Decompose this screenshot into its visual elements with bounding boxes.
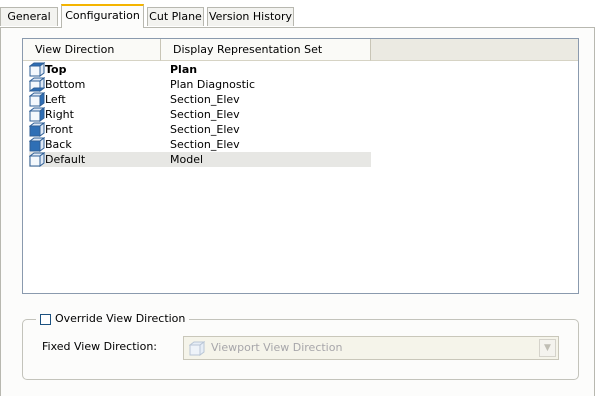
list-header: View Direction Display Representation Se…	[23, 39, 578, 61]
display-representation-set: Section_Elev	[170, 108, 240, 121]
view-direction-name: Left	[45, 93, 66, 106]
tab-general[interactable]: General	[0, 7, 58, 26]
display-representation-set: Section_Elev	[170, 123, 240, 136]
list-item[interactable]: Left Section_Elev	[23, 92, 578, 107]
list-item[interactable]: Back Section_Elev	[23, 137, 578, 152]
override-checkbox[interactable]	[40, 313, 51, 325]
view-direction-name: Top	[45, 63, 67, 76]
tab-cut-plane[interactable]: Cut Plane	[147, 7, 204, 26]
display-representation-set: Section_Elev	[170, 138, 240, 151]
fixed-view-direction-value: Viewport View Direction	[211, 341, 343, 354]
cube-back-icon	[28, 137, 46, 152]
list-item[interactable]: Default Model	[23, 152, 578, 167]
cube-front-icon	[28, 122, 46, 137]
view-direction-name: Front	[45, 123, 73, 136]
fixed-view-direction-select[interactable]: Viewport View Direction ▼	[183, 336, 559, 360]
cube-left-icon	[28, 92, 46, 107]
display-representation-set: Plan Diagnostic	[170, 78, 255, 91]
view-direction-list[interactable]: View Direction Display Representation Se…	[22, 38, 579, 294]
list-item[interactable]: Front Section_Elev	[23, 122, 578, 137]
display-representation-set: Plan	[170, 63, 198, 76]
cube-right-icon	[28, 107, 46, 122]
display-representation-set: Section_Elev	[170, 93, 240, 106]
fixed-view-direction-label: Fixed View Direction:	[42, 340, 158, 353]
tab-version-history[interactable]: Version History	[207, 7, 294, 26]
view-direction-name: Right	[45, 108, 74, 121]
chevron-down-icon[interactable]: ▼	[539, 339, 556, 357]
list-item[interactable]: Right Section_Elev	[23, 107, 578, 122]
view-direction-name: Default	[45, 153, 86, 166]
cube-default-icon	[28, 152, 46, 167]
override-view-direction-toggle[interactable]: Override View Direction	[36, 311, 190, 327]
column-display-representation-set[interactable]: Display Representation Set	[161, 39, 371, 61]
override-label: Override View Direction	[55, 312, 186, 325]
display-representation-set: Model	[170, 153, 204, 166]
cube-bottom-icon	[28, 77, 46, 92]
tab-configuration[interactable]: Configuration	[61, 4, 144, 28]
list-item[interactable]: Bottom Plan Diagnostic	[23, 77, 578, 92]
column-filler	[371, 39, 578, 61]
list-item[interactable]: Top Plan	[23, 62, 578, 77]
cube-viewport-icon	[188, 341, 206, 356]
view-direction-name: Bottom	[45, 78, 86, 91]
cube-top-icon	[28, 62, 46, 77]
view-direction-name: Back	[45, 138, 72, 151]
tab-strip: General Configuration Cut Plane Version …	[0, 0, 595, 28]
list-rows: Top Plan Bottom Plan Diagnostic Left Section_…	[23, 62, 578, 167]
column-view-direction[interactable]: View Direction	[23, 39, 161, 61]
